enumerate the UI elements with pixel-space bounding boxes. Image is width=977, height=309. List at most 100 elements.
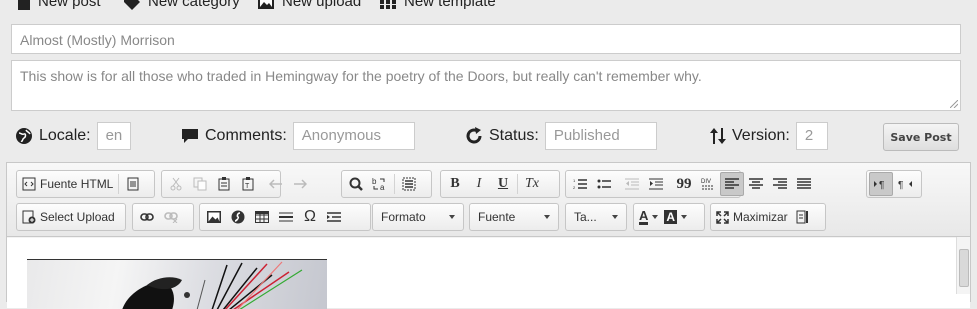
new-category-link[interactable]: New category: [124, 0, 240, 10]
locale-label: Locale:: [39, 127, 91, 144]
align-right-button[interactable]: [768, 172, 792, 196]
paragraph-group: 12 99 DIV: [565, 170, 811, 198]
separator: [394, 174, 395, 194]
justify-icon: [797, 178, 811, 189]
table-icon: [255, 211, 269, 223]
source-group: Fuente HTML: [16, 170, 155, 198]
resize-handle-icon[interactable]: [950, 100, 958, 108]
source-icon: [22, 177, 36, 191]
background-color-button[interactable]: A: [661, 205, 690, 229]
editor-toolbar: Fuente HTML T ba B I U Tx 1 2 99 DIV ¶ ¶…: [7, 163, 970, 237]
editor-content-area[interactable]: [7, 238, 970, 309]
replace-button[interactable]: ba: [368, 172, 392, 196]
rtl-button[interactable]: ¶: [893, 172, 917, 196]
justify-button[interactable]: [792, 172, 816, 196]
copy-icon: [193, 177, 207, 191]
svg-text:b: b: [372, 177, 377, 186]
italic-button[interactable]: I: [467, 172, 491, 196]
unlink-button[interactable]: [159, 205, 183, 229]
svg-text:1: 1: [573, 178, 576, 183]
scrollbar-thumb[interactable]: [959, 249, 969, 287]
find-group: ba: [341, 170, 432, 198]
paste-text-icon: T: [242, 177, 254, 191]
new-template-link[interactable]: New template: [380, 0, 496, 10]
artwork-image: [122, 261, 303, 309]
show-blocks-icon: [796, 210, 808, 224]
version-input[interactable]: 2: [795, 122, 828, 150]
horizontal-rule-icon: [279, 212, 293, 222]
flash-button[interactable]: [226, 205, 250, 229]
select-all-button[interactable]: [397, 172, 421, 196]
link-icon: [140, 213, 154, 221]
find-button[interactable]: [344, 172, 368, 196]
document-icon: [18, 0, 30, 10]
copy-button[interactable]: [188, 172, 212, 196]
remove-format-button[interactable]: Tx: [520, 172, 544, 196]
save-post-button[interactable]: Save Post: [883, 123, 959, 151]
svg-text:2: 2: [573, 185, 576, 190]
table-button[interactable]: [250, 205, 274, 229]
upload-group: Select Upload: [16, 203, 126, 231]
numbered-list-button[interactable]: 12: [568, 172, 592, 196]
outdent-button[interactable]: [620, 172, 644, 196]
show-blocks-button[interactable]: [791, 205, 815, 229]
direction-group: ¶ ¶: [866, 170, 922, 198]
indent-button[interactable]: [644, 172, 668, 196]
sort-arrows-icon: [710, 128, 726, 144]
locale-input[interactable]: en: [96, 122, 132, 150]
search-icon: [349, 177, 363, 191]
redo-button[interactable]: [288, 172, 312, 196]
chevron-down-icon: [652, 215, 659, 219]
clipboard-group: T: [161, 170, 307, 198]
select-upload-button[interactable]: Select Upload: [19, 205, 118, 229]
paste-button[interactable]: [212, 172, 236, 196]
new-post-link[interactable]: New post: [18, 0, 101, 10]
page-break-button[interactable]: [322, 205, 346, 229]
select-all-icon: [402, 177, 416, 191]
svg-text:T: T: [245, 183, 250, 190]
font-select[interactable]: Fuente: [469, 203, 559, 231]
source-html-button[interactable]: Fuente HTML: [19, 172, 116, 196]
link-button[interactable]: [135, 205, 159, 229]
size-select[interactable]: Ta...: [565, 203, 627, 231]
status-select[interactable]: Published: [544, 122, 657, 150]
post-description-textarea[interactable]: This show is for all those who traded in…: [11, 60, 961, 111]
chevron-down-icon: [544, 215, 550, 219]
chevron-down-icon: [612, 215, 618, 219]
link-group: [132, 203, 194, 231]
paste-text-button[interactable]: T: [236, 172, 260, 196]
comments-select[interactable]: Anonymous: [292, 122, 415, 150]
editor-scrollbar[interactable]: [956, 237, 970, 294]
bullet-list-button[interactable]: [592, 172, 616, 196]
image-icon: [258, 0, 274, 9]
post-title-input[interactable]: Almost (Mostly) Morrison: [11, 24, 961, 54]
maximize-button[interactable]: Maximizar: [713, 205, 791, 229]
horizontal-rule-button[interactable]: [274, 205, 298, 229]
create-div-button[interactable]: DIV: [696, 172, 720, 196]
cut-button[interactable]: [164, 172, 188, 196]
chevron-down-icon: [681, 215, 688, 219]
undo-button[interactable]: [264, 172, 288, 196]
separator: [517, 174, 518, 194]
preview-button[interactable]: [121, 172, 145, 196]
outdent-icon: [625, 178, 639, 190]
image-icon: [207, 211, 221, 223]
new-upload-link[interactable]: New upload: [258, 0, 361, 10]
flash-icon: [231, 210, 245, 224]
separator: [118, 174, 120, 194]
align-left-button[interactable]: [720, 172, 744, 196]
special-char-button[interactable]: Ω: [298, 205, 322, 229]
text-color-button[interactable]: A: [636, 205, 661, 229]
image-button[interactable]: [202, 205, 226, 229]
align-center-icon: [749, 178, 763, 189]
bold-button[interactable]: B: [443, 172, 467, 196]
format-select[interactable]: Formato: [372, 203, 464, 231]
underline-button[interactable]: U: [491, 172, 515, 196]
ltr-button[interactable]: ¶: [869, 172, 893, 196]
upload-icon: [22, 210, 36, 224]
blockquote-button[interactable]: 99: [672, 172, 696, 196]
svg-text:a: a: [380, 183, 385, 191]
align-center-button[interactable]: [744, 172, 768, 196]
colors-group: A A: [633, 203, 705, 231]
numbered-list-icon: 12: [573, 178, 587, 190]
